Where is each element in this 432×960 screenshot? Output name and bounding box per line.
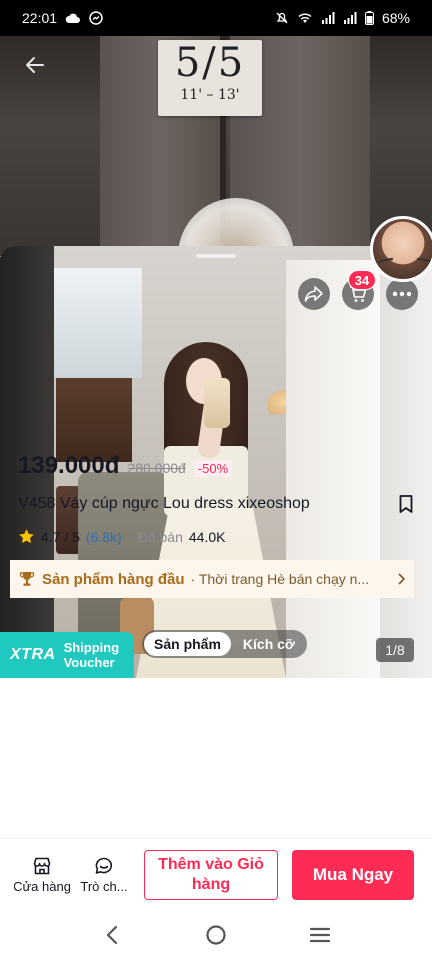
nav-home-button[interactable]	[194, 915, 238, 955]
bestseller-label: Sản phẩm hàng đầu	[42, 570, 185, 588]
buy-now-button[interactable]: Mua Ngay	[292, 849, 414, 900]
messenger-icon	[89, 11, 103, 25]
sold-label: Đã bán	[137, 528, 183, 545]
mute-icon	[275, 11, 289, 25]
title-row: V458 Váy cúp ngực Lou dress xixeoshop	[18, 494, 414, 514]
tab-product[interactable]: Sản phẩm	[144, 632, 231, 656]
review-count[interactable]: (6.8k)	[86, 529, 122, 545]
model-phone	[204, 378, 230, 428]
creator-avatar[interactable]	[370, 216, 432, 282]
gallery-right-shade	[380, 246, 432, 678]
cloud-icon	[65, 12, 81, 24]
room-sign-top: 5/5	[174, 40, 246, 86]
star-icon	[19, 529, 34, 544]
chevron-right-icon	[398, 573, 406, 585]
shop-button[interactable]: Cửa hàng	[14, 855, 70, 894]
system-nav-bar	[0, 910, 432, 960]
shop-icon	[33, 857, 51, 875]
nav-recents-button[interactable]	[298, 915, 342, 955]
chat-label: Trò ch...	[80, 879, 128, 894]
status-time: 22:01	[22, 10, 58, 26]
shop-label: Cửa hàng	[14, 879, 70, 894]
sheet-drag-handle[interactable]	[196, 254, 236, 258]
image-counter: 1/8	[376, 638, 414, 662]
product-title: V458 Váy cúp ngực Lou dress xixeoshop	[18, 495, 310, 512]
whisker	[378, 257, 394, 263]
status-left: 22:01	[22, 10, 103, 26]
sold-value: 44.0K	[188, 528, 226, 545]
status-bar: 22:01 68%	[0, 0, 432, 36]
bottom-action-bar: Cửa hàng Trò ch... Thêm vào Giỏ hàng Mua…	[0, 838, 432, 910]
scene-window	[54, 268, 142, 378]
discount-badge: -50%	[193, 460, 233, 477]
status-right: 68%	[275, 10, 410, 26]
share-button[interactable]	[298, 278, 330, 310]
nav-recents-icon	[309, 927, 331, 943]
rating-value: 4.7 / 5	[41, 528, 80, 545]
background-video[interactable]: 5/5 11' – 13'	[0, 36, 432, 256]
chat-button[interactable]: Trò ch...	[76, 855, 132, 894]
nav-back-icon	[106, 925, 118, 945]
bestseller-detail: · Thời trang Hè bán chạy n...	[190, 571, 370, 587]
price-row: 139.000đ 280.000đ -50%	[18, 452, 233, 480]
whisker	[416, 257, 432, 263]
xtra-text: Shipping Voucher	[64, 640, 120, 670]
more-icon	[392, 291, 412, 297]
trophy-icon	[19, 572, 35, 586]
xtra-label: XTRA	[10, 646, 56, 663]
scene-cabinet	[56, 378, 132, 462]
xtra-shipping-voucher-badge[interactable]: XTRA Shipping Voucher	[0, 632, 134, 678]
signal-icon-2	[343, 12, 357, 24]
nav-home-icon	[206, 925, 226, 945]
tab-size[interactable]: Kích cỡ	[233, 632, 305, 656]
room-sign: 5/5 11' – 13'	[158, 40, 262, 116]
battery-icon	[364, 11, 374, 25]
cart-count-badge: 34	[348, 270, 376, 290]
more-button[interactable]	[386, 278, 418, 310]
chat-icon	[95, 857, 113, 874]
price: 139.000đ	[18, 452, 120, 479]
share-icon	[304, 286, 323, 302]
add-to-cart-button[interactable]: Thêm vào Giỏ hàng	[144, 849, 278, 900]
bookmark-icon	[399, 495, 413, 513]
room-sign-bottom: 11' – 13'	[180, 87, 240, 103]
wifi-icon	[297, 12, 313, 24]
xtra-text-line2: Voucher	[63, 655, 115, 670]
signal-icon	[321, 12, 335, 24]
gallery-tabs: Sản phẩm Kích cỡ	[142, 630, 307, 658]
bestseller-banner[interactable]: Sản phẩm hàng đầu · Thời trang Hè bán ch…	[10, 560, 414, 598]
rating-row[interactable]: 4.7 / 5 (6.8k) Đã bán 44.0K	[18, 528, 225, 545]
arrow-left-icon	[26, 57, 44, 73]
original-price: 280.000đ	[127, 460, 186, 476]
bookmark-button[interactable]	[398, 494, 414, 514]
battery-level: 68%	[381, 10, 410, 26]
scene-mirror-frame	[286, 260, 380, 678]
xtra-text-line1: Shipping	[63, 640, 120, 655]
nav-back-button[interactable]	[90, 915, 134, 955]
back-button[interactable]	[18, 48, 52, 82]
